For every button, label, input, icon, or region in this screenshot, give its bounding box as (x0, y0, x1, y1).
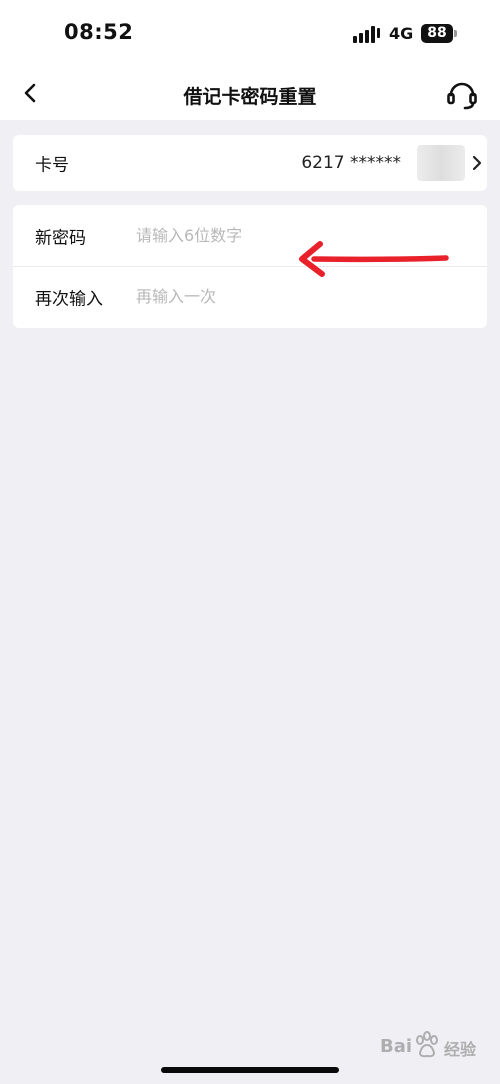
paw-icon (416, 1031, 438, 1058)
watermark-text-right: 经验 (444, 1040, 477, 1059)
status-bar: 08:52 4G 88 (0, 0, 500, 66)
chevron-right-icon[interactable] (469, 154, 485, 172)
watermark-text-left: Bai (380, 1036, 413, 1057)
confirm-password-label: 再次输入 (35, 289, 103, 309)
card-number-masked-digits (417, 145, 465, 181)
new-password-label: 新密码 (35, 228, 86, 248)
navigation-bar: 借记卡密码重置 (0, 66, 500, 122)
red-arrow-annotation (299, 241, 449, 277)
battery-cap (454, 30, 457, 37)
confirm-password-input[interactable] (136, 279, 456, 314)
card-number-label: 卡号 (35, 155, 69, 176)
network-type: 4G (389, 24, 414, 43)
watermark: Bai 经验 (380, 1030, 490, 1064)
home-indicator[interactable] (161, 1067, 339, 1073)
customer-service-button[interactable] (444, 76, 480, 112)
cellular-signal-icon (353, 26, 380, 43)
headset-icon (447, 82, 477, 110)
card-number-value: 6217 ****** (301, 153, 401, 173)
battery-level: 88 (421, 24, 453, 43)
card-number-section[interactable]: 卡号 6217 ****** (13, 135, 487, 191)
battery-icon: 88 (421, 24, 457, 43)
page-title: 借记卡密码重置 (183, 86, 317, 108)
status-time: 08:52 (64, 20, 134, 44)
